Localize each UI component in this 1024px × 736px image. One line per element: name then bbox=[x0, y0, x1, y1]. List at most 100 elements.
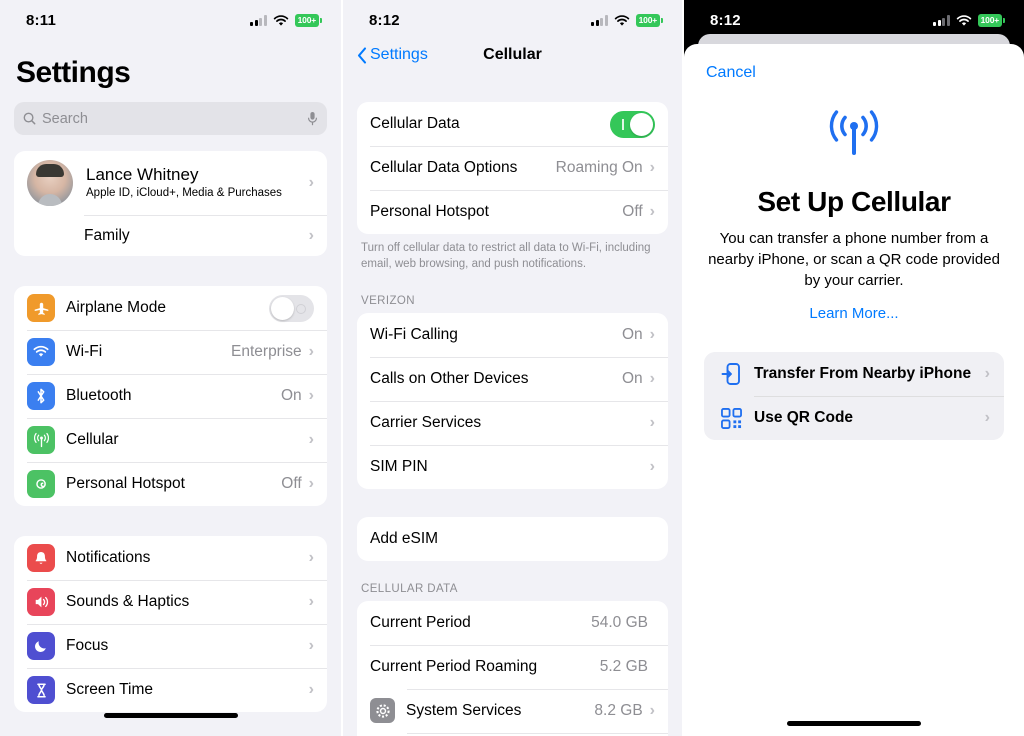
battery-badge: 100+ bbox=[977, 13, 1005, 27]
settings-row-cellular[interactable]: Cellular › bbox=[14, 418, 327, 462]
settings-row-wifi-calling[interactable]: Wi-Fi Calling On › bbox=[357, 313, 668, 357]
settings-row-personal-hotspot[interactable]: Personal Hotspot Off › bbox=[14, 462, 327, 506]
gear-icon bbox=[370, 698, 395, 724]
row-label: Cellular Data Options bbox=[370, 159, 518, 176]
battery-badge: 100+ bbox=[635, 13, 663, 27]
row-value: 5.2 GB bbox=[599, 657, 648, 675]
home-indicator bbox=[684, 710, 1024, 736]
speaker-icon bbox=[27, 588, 55, 616]
settings-row-calls-on-other-devices[interactable]: Calls on Other Devices On › bbox=[357, 356, 668, 401]
usage-row-current-period: Current Period 54.0 GB bbox=[357, 601, 668, 645]
add-esim-label: Add eSIM bbox=[370, 529, 439, 547]
cellular-antenna-icon bbox=[684, 108, 1024, 160]
data-usage-group: Current Period 54.0 GB Current Period Ro… bbox=[357, 600, 668, 736]
alerts-group: Notifications › Sounds & Haptics › Focus… bbox=[14, 536, 327, 712]
status-time: 8:11 bbox=[26, 11, 56, 29]
option-transfer-from-nearby-iphone[interactable]: Transfer From Nearby iPhone › bbox=[704, 352, 1004, 396]
settings-row-bluetooth[interactable]: Bluetooth On › bbox=[14, 374, 327, 418]
cellular-bars-icon bbox=[933, 14, 950, 26]
account-name: Lance Whitney bbox=[86, 164, 199, 184]
chevron-right-icon: › bbox=[649, 369, 655, 387]
chevron-right-icon: › bbox=[649, 203, 655, 220]
chevron-right-icon: › bbox=[308, 227, 314, 244]
row-label: System Services bbox=[406, 701, 522, 719]
option-use-qr-code[interactable]: Use QR Code › bbox=[704, 396, 1004, 440]
row-label: Carrier Services bbox=[370, 413, 482, 431]
settings-row-notifications[interactable]: Notifications › bbox=[14, 536, 327, 580]
back-label: Settings bbox=[370, 46, 428, 63]
apple-id-row[interactable]: Lance Whitney Apple ID, iCloud+, Media &… bbox=[14, 151, 327, 215]
avatar bbox=[27, 160, 73, 206]
row-value: 8.2 GB bbox=[594, 701, 643, 719]
row-label: Calls on Other Devices bbox=[370, 369, 529, 387]
setup-options-group: Transfer From Nearby iPhone › Use QR Cod… bbox=[704, 352, 1004, 440]
chevron-right-icon: › bbox=[649, 701, 655, 719]
cancel-button[interactable]: Cancel bbox=[684, 44, 756, 82]
cellular-data-group: Cellular Data Cellular Data Options Roam… bbox=[357, 102, 668, 234]
wifi-icon bbox=[27, 338, 55, 366]
phone-screen-settings: 8:11 100+ Settings Search Lance Whitney … bbox=[0, 0, 341, 736]
chevron-right-icon: › bbox=[984, 365, 990, 382]
status-bar: 8:12 100+ bbox=[343, 0, 682, 34]
family-label: Family bbox=[84, 227, 130, 244]
hotspot-icon bbox=[27, 470, 55, 498]
status-time: 8:12 bbox=[710, 11, 741, 29]
airplane-mode-toggle[interactable] bbox=[269, 294, 314, 322]
cellular-data-footnote: Turn off cellular data to restrict all d… bbox=[361, 242, 651, 270]
settings-row-focus[interactable]: Focus › bbox=[14, 624, 327, 668]
family-row[interactable]: Family › bbox=[14, 216, 327, 256]
phone-screen-set-up-cellular: 8:12 100+ Cancel Set Up Cellular You can… bbox=[682, 0, 1024, 736]
status-bar: 8:12 100+ bbox=[684, 0, 1024, 34]
row-label: SIM PIN bbox=[370, 457, 428, 475]
page-title: Settings bbox=[16, 56, 131, 89]
account-subtitle: Apple ID, iCloud+, Media & Purchases bbox=[86, 187, 282, 200]
learn-more-link[interactable]: Learn More... bbox=[684, 305, 1024, 322]
search-input[interactable]: Search bbox=[14, 102, 327, 135]
chevron-right-icon: › bbox=[308, 593, 314, 610]
usage-row-system-services[interactable]: System Services 8.2 GB › bbox=[357, 688, 668, 733]
airplane-icon bbox=[27, 294, 55, 322]
chevron-right-icon: › bbox=[308, 475, 314, 492]
row-value: On bbox=[621, 369, 643, 387]
cellular-bars-icon bbox=[591, 14, 608, 26]
row-value: Off bbox=[281, 475, 302, 492]
settings-row-wifi[interactable]: Wi-Fi Enterprise › bbox=[14, 330, 327, 374]
notifications-bell-icon bbox=[27, 544, 55, 572]
search-placeholder: Search bbox=[42, 110, 88, 127]
settings-row-airplane-mode[interactable]: Airplane Mode bbox=[14, 286, 327, 330]
settings-row-carrier-services[interactable]: Carrier Services › bbox=[357, 400, 668, 445]
account-text: Lance Whitney Apple ID, iCloud+, Media &… bbox=[86, 165, 309, 201]
settings-row-cellular-data-options[interactable]: Cellular Data Options Roaming On › bbox=[357, 146, 668, 190]
settings-row-sounds-haptics[interactable]: Sounds & Haptics › bbox=[14, 580, 327, 624]
qr-code-icon bbox=[718, 407, 744, 429]
cellular-data-toggle[interactable] bbox=[610, 110, 655, 138]
row-label: Cellular bbox=[66, 431, 119, 448]
transfer-arrow-icon bbox=[718, 362, 744, 386]
microphone-icon bbox=[308, 112, 317, 126]
chevron-right-icon: › bbox=[308, 681, 314, 698]
row-value: On bbox=[280, 387, 302, 404]
section-header-cellular-data: CELLULAR DATA bbox=[361, 582, 458, 595]
row-label: Notifications bbox=[66, 549, 151, 566]
row-label: Focus bbox=[66, 637, 109, 654]
section-header-verizon: VERIZON bbox=[361, 294, 415, 307]
search-icon bbox=[23, 112, 36, 125]
chevron-right-icon: › bbox=[308, 387, 314, 404]
back-button[interactable]: Settings bbox=[357, 46, 428, 64]
chevron-right-icon: › bbox=[308, 343, 314, 360]
row-label: Current Period bbox=[370, 613, 471, 631]
moon-icon bbox=[27, 632, 55, 660]
settings-row-personal-hotspot[interactable]: Personal Hotspot Off › bbox=[357, 190, 668, 234]
settings-row-cellular-data[interactable]: Cellular Data bbox=[357, 102, 668, 146]
chevron-right-icon: › bbox=[649, 457, 655, 475]
row-label: Screen Time bbox=[66, 681, 154, 698]
cellular-bars-icon bbox=[250, 14, 267, 26]
option-label: Use QR Code bbox=[754, 409, 854, 426]
settings-row-sim-pin[interactable]: SIM PIN › bbox=[357, 444, 668, 489]
status-bar: 8:11 100+ bbox=[0, 0, 341, 34]
row-label: Current Period Roaming bbox=[370, 657, 538, 675]
phone-screen-cellular: 8:12 100+ Settings Cellular Cellular Dat… bbox=[341, 0, 682, 736]
bluetooth-icon bbox=[27, 382, 55, 410]
row-value: On bbox=[621, 325, 643, 343]
add-esim-row[interactable]: Add eSIM bbox=[357, 517, 668, 561]
